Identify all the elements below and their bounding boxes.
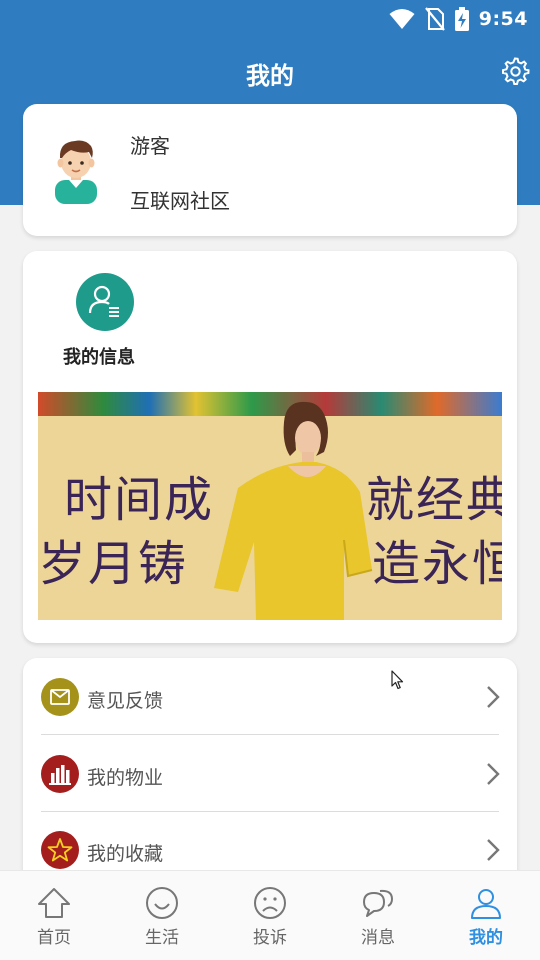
nav-label: 投诉	[253, 928, 287, 948]
user-name: 游客	[130, 134, 170, 158]
promo-banner[interactable]: 时间成 岁月铸 就经典 造永恒	[38, 392, 502, 620]
user-profile-icon	[88, 285, 119, 317]
status-bar: 9:54	[0, 0, 540, 38]
nav-tab-messages[interactable]: 消息	[324, 871, 432, 960]
chevron-right-icon	[487, 763, 500, 785]
nav-label: 生活	[145, 928, 179, 948]
gear-icon[interactable]	[500, 56, 530, 86]
user-icon	[471, 889, 501, 919]
my-info-button[interactable]	[76, 273, 134, 331]
profile-card[interactable]: 游客 互联网社区	[23, 104, 517, 236]
chevron-right-icon	[487, 839, 500, 861]
avatar	[55, 140, 97, 204]
chat-icon	[363, 889, 394, 917]
menu-item-label: 意见反馈	[87, 690, 164, 712]
nav-tab-life[interactable]: 生活	[108, 871, 216, 960]
banner-text: 岁月铸	[38, 536, 189, 592]
feedback-icon	[41, 678, 79, 716]
nav-label: 消息	[361, 928, 395, 948]
banner-model-image	[214, 401, 373, 620]
menu-item-property[interactable]: 我的物业	[23, 736, 517, 812]
star-icon	[41, 831, 79, 869]
nav-tab-home[interactable]: 首页	[0, 871, 108, 960]
property-icon	[41, 755, 79, 793]
community-name: 互联网社区	[130, 189, 230, 213]
smile-icon	[146, 887, 178, 919]
sad-face-icon	[254, 887, 286, 919]
my-info-label[interactable]: 我的信息	[63, 343, 135, 369]
info-card: 我的信息 时间成 岁月铸 就经典 造永恒	[23, 251, 517, 643]
menu-card: 意见反馈 我的物业 我的收藏	[23, 658, 517, 898]
nav-label: 我的	[469, 928, 503, 948]
bottom-nav: 首页 生活 投诉 消息 我的	[0, 870, 540, 960]
banner-text: 造永恒	[372, 536, 502, 592]
menu-item-label: 我的物业	[87, 767, 164, 789]
title-bar: 我的	[0, 42, 540, 102]
mouse-cursor-icon	[391, 670, 404, 690]
home-icon	[38, 888, 70, 918]
wifi-icon	[389, 9, 415, 29]
battery-charging-icon	[454, 7, 469, 31]
nav-label: 首页	[37, 928, 71, 948]
no-sim-icon	[424, 7, 445, 31]
nav-tab-mine[interactable]: 我的	[432, 871, 540, 960]
menu-item-feedback[interactable]: 意见反馈	[23, 659, 517, 735]
banner-text: 时间成	[64, 472, 215, 528]
page-title: 我的	[246, 62, 294, 90]
divider	[41, 734, 499, 735]
menu-item-label: 我的收藏	[87, 843, 164, 865]
status-time: 9:54	[478, 8, 528, 30]
chevron-right-icon	[487, 686, 500, 708]
nav-tab-complaint[interactable]: 投诉	[216, 871, 324, 960]
